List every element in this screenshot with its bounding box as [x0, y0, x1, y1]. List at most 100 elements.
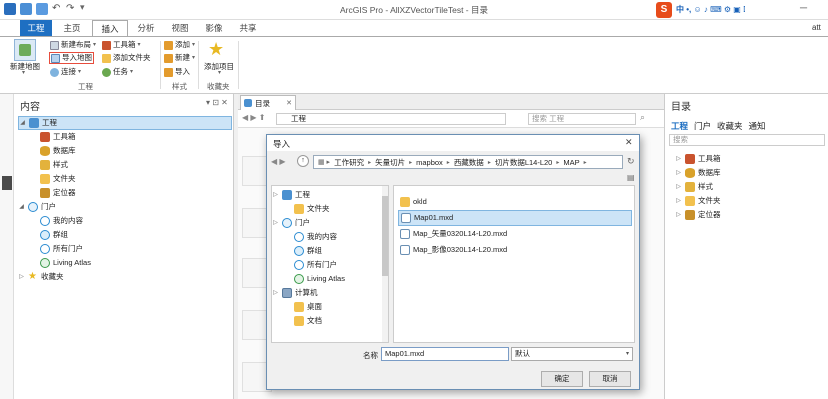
- import-map-button[interactable]: 导入地图: [49, 52, 94, 64]
- tab-favorites-pane[interactable]: 收藏夹: [717, 120, 743, 132]
- contents-item[interactable]: 文件夹: [18, 172, 232, 186]
- tree-item[interactable]: ▷ 工程: [272, 188, 388, 202]
- new-style-button[interactable]: 新建 ▾: [164, 52, 195, 64]
- contents-item[interactable]: ▷ ★ 收藏夹: [18, 270, 232, 284]
- expand-arrow-icon[interactable]: ▷: [675, 166, 682, 180]
- refresh-icon[interactable]: ↻: [627, 156, 635, 167]
- dock-tab-icon[interactable]: [2, 176, 12, 190]
- collapse-arrow-icon[interactable]: ▷: [272, 216, 279, 230]
- pane-menu-icon[interactable]: ▾ ⊡ ✕: [206, 98, 228, 107]
- expand-arrow-icon[interactable]: ▷: [675, 208, 682, 222]
- tree-item[interactable]: 群组: [272, 244, 388, 258]
- tab-insert[interactable]: 插入: [92, 20, 128, 36]
- contents-item[interactable]: 群组: [18, 228, 232, 242]
- dialog-breadcrumb[interactable]: ▦ ▸ 工作研究 ▸ 矢量切片 ▸ mapbox ▸ 西藏数据 ▸ 切片数据L14-L20 ▸ MA…: [313, 155, 623, 169]
- contents-item[interactable]: 样式: [18, 158, 232, 172]
- expand-arrow-icon[interactable]: ◢: [19, 116, 26, 130]
- collapse-arrow-icon[interactable]: ▷: [272, 188, 279, 202]
- contents-item[interactable]: 定位器: [18, 186, 232, 200]
- connect-button[interactable]: 连接 ▾: [50, 66, 81, 78]
- ime-logo-icon[interactable]: S: [656, 2, 672, 18]
- new-map-icon[interactable]: [14, 39, 36, 61]
- task-button[interactable]: 任务 ▾: [102, 66, 133, 78]
- ime-toolbar[interactable]: 中 •, ☺ ♪ ⌨ ⚙ ▣ ⁞: [676, 4, 746, 15]
- catalog-pane-item[interactable]: ▷ 样式: [669, 180, 825, 194]
- tab-project[interactable]: 工程: [20, 20, 52, 36]
- breadcrumb-separator-icon[interactable]: ▸: [368, 159, 371, 166]
- breadcrumb-separator-icon[interactable]: ▸: [488, 159, 491, 166]
- add-style-button[interactable]: 添加 ▾: [164, 39, 195, 51]
- contents-item[interactable]: 工具箱: [18, 130, 232, 144]
- contents-item[interactable]: 数据库: [18, 144, 232, 158]
- user-name[interactable]: att: [812, 23, 821, 32]
- tree-item[interactable]: 所有门户: [272, 258, 388, 272]
- file-list-item[interactable]: Map01.mxd: [398, 210, 632, 226]
- add-item-dropdown-icon[interactable]: ▾: [218, 69, 221, 76]
- add-item-star-icon[interactable]: ★: [208, 39, 224, 60]
- tree-item[interactable]: ▷ 门户: [272, 216, 388, 230]
- breadcrumb-separator-icon[interactable]: ▸: [409, 159, 412, 166]
- import-style-button[interactable]: 导入: [164, 66, 190, 78]
- file-name-input[interactable]: Map01.mxd: [381, 347, 509, 361]
- dialog-close-icon[interactable]: ✕: [625, 137, 633, 148]
- breadcrumb-segment[interactable]: 工作研究: [334, 157, 364, 168]
- dialog-nav-icons[interactable]: ◀ ▶: [271, 157, 286, 166]
- file-type-select[interactable]: 默认 ▾: [511, 347, 633, 361]
- contents-item[interactable]: 所有门户: [18, 242, 232, 256]
- catalog-path-box[interactable]: 工程: [276, 113, 506, 125]
- catalog-pane-search-input[interactable]: 搜索: [669, 134, 825, 146]
- file-list-item[interactable]: Map_影像0320L14-L20.mxd: [398, 242, 632, 258]
- up-level-icon[interactable]: ↑: [297, 155, 309, 167]
- tab-home[interactable]: 主页: [56, 20, 88, 36]
- contents-item[interactable]: ◢ 工程: [18, 116, 232, 130]
- new-map-dropdown-icon[interactable]: ▾: [22, 69, 25, 76]
- tree-item[interactable]: ▷ 计算机: [272, 286, 388, 300]
- catalog-pane-item[interactable]: ▷ 文件夹: [669, 194, 825, 208]
- breadcrumb-separator-icon[interactable]: ▸: [584, 159, 587, 166]
- contents-item[interactable]: 我的内容: [18, 214, 232, 228]
- collapse-arrow-icon[interactable]: ▷: [18, 270, 25, 284]
- tree-item[interactable]: 我的内容: [272, 230, 388, 244]
- catalog-pane-item[interactable]: ▷ 工具箱: [669, 152, 825, 166]
- catalog-search-input[interactable]: 搜索 工程: [528, 113, 636, 125]
- ok-button[interactable]: 确定: [541, 371, 583, 387]
- collapse-arrow-icon[interactable]: ▷: [272, 286, 279, 300]
- contents-item[interactable]: ◢ 门户: [18, 200, 232, 214]
- contents-item[interactable]: Living Atlas: [18, 256, 232, 270]
- view-mode-icon[interactable]: ▤: [627, 173, 635, 182]
- file-list-item[interactable]: Map_矢量0320L14-L20.mxd: [398, 226, 632, 242]
- nav-back-forward-icons[interactable]: ◀ ▶ ⬆: [242, 113, 265, 122]
- breadcrumb-segment[interactable]: MAP: [563, 158, 579, 167]
- file-list-item[interactable]: okld: [398, 194, 632, 210]
- breadcrumb-separator-icon[interactable]: ▸: [556, 159, 559, 166]
- close-tab-icon[interactable]: ✕: [286, 99, 295, 107]
- breadcrumb-segment[interactable]: mapbox: [416, 158, 443, 167]
- breadcrumb-segment[interactable]: 切片数据L14-L20: [495, 157, 553, 168]
- expand-arrow-icon[interactable]: ▷: [675, 152, 682, 166]
- expand-arrow-icon[interactable]: ◢: [18, 200, 25, 214]
- breadcrumb-segment[interactable]: 矢量切片: [375, 157, 405, 168]
- tab-notifications-pane[interactable]: 通知: [749, 120, 766, 132]
- new-layout-button[interactable]: 新建布局 ▾: [50, 39, 96, 51]
- catalog-pane-item[interactable]: ▷ 定位器: [669, 208, 825, 222]
- tab-project-pane[interactable]: 工程: [671, 120, 688, 132]
- add-folder-button[interactable]: 添加文件夹: [102, 52, 151, 64]
- expand-arrow-icon[interactable]: ▷: [675, 180, 682, 194]
- tab-analysis[interactable]: 分析: [130, 20, 162, 36]
- cancel-button[interactable]: 取消: [589, 371, 631, 387]
- tab-share[interactable]: 共享: [232, 20, 264, 36]
- catalog-pane-item[interactable]: ▷ 数据库: [669, 166, 825, 180]
- tree-item[interactable]: Living Atlas: [272, 272, 388, 286]
- tree-item[interactable]: 文件夹: [272, 202, 388, 216]
- tree-item[interactable]: 文档: [272, 314, 388, 328]
- minimize-icon[interactable]: ─: [800, 3, 807, 14]
- breadcrumb-separator-icon[interactable]: ▸: [447, 159, 450, 166]
- tab-catalog-view[interactable]: 目录 ✕: [240, 95, 296, 110]
- tab-portal-pane[interactable]: 门户: [694, 120, 711, 132]
- expand-arrow-icon[interactable]: ▷: [675, 194, 682, 208]
- search-icon[interactable]: ⌕: [640, 112, 645, 123]
- tree-scrollbar[interactable]: [382, 186, 388, 342]
- tab-view[interactable]: 视图: [164, 20, 196, 36]
- tab-imagery[interactable]: 影像: [198, 20, 230, 36]
- tree-item[interactable]: 桌面: [272, 300, 388, 314]
